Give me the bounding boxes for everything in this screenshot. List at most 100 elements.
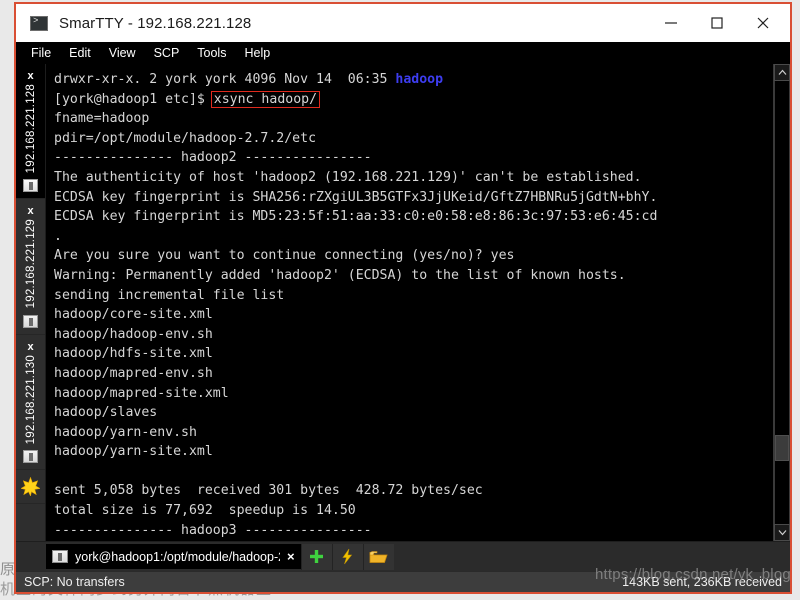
terminal-text: ECDSA key fingerprint is MD5:23:5f:51:aa… xyxy=(54,209,658,225)
menu-bar: File Edit View SCP Tools Help xyxy=(16,42,790,64)
terminal-text: hadoop/mapred-env.sh xyxy=(54,365,213,381)
minimize-button[interactable] xyxy=(648,4,694,42)
terminal-line: hadoop/slaves xyxy=(54,403,773,423)
terminal-line: hadoop/hdfs-site.xml xyxy=(54,344,773,364)
terminal-line: sending incremental file list xyxy=(54,540,773,541)
scrollbar-thumb[interactable] xyxy=(775,435,789,462)
terminal-line: hadoop/yarn-env.sh xyxy=(54,423,773,443)
terminal-icon xyxy=(30,15,48,31)
terminal-line: ECDSA key fingerprint is SHA256:rZXgiUL3… xyxy=(54,188,773,208)
session-tab-label: 192.168.221.129 xyxy=(24,219,37,309)
scroll-down-button[interactable] xyxy=(774,524,790,541)
screen: 原来的目录下，不过主要xsync源码同 机上的文件同步到另外两台节点机器上 Sm… xyxy=(0,0,800,600)
menu-item-help[interactable]: Help xyxy=(235,43,279,63)
terminal-text: hadoop xyxy=(395,72,444,87)
plus-icon xyxy=(310,550,324,563)
sidebar-item-session-130[interactable]: x 192.168.221.130 xyxy=(16,334,45,471)
terminal-line: ECDSA key fingerprint is MD5:23:5f:51:aa… xyxy=(54,207,773,227)
chevron-down-icon xyxy=(778,530,786,536)
close-icon[interactable]: x xyxy=(27,206,33,217)
terminal-line: hadoop/hadoop-env.sh xyxy=(54,325,773,345)
terminal-tab-label: york@hadoop1:/opt/module/hadoop-2.7 xyxy=(75,549,280,564)
terminal-icon xyxy=(52,550,68,563)
terminal-output[interactable]: drwxr-xr-x. 2 york york 4096 Nov 14 06:3… xyxy=(46,64,773,541)
terminal-scrollbar[interactable] xyxy=(773,64,790,541)
terminal-text: --------------- hadoop2 ---------------- xyxy=(54,150,372,166)
terminal-line: Warning: Permanently added 'hadoop2' (EC… xyxy=(54,266,773,286)
terminal-line: --------------- hadoop3 ---------------- xyxy=(54,521,773,541)
sidebar-item-session-128[interactable]: x 192.168.221.128 xyxy=(16,64,45,200)
terminal-text: fname=hadoop xyxy=(54,111,150,127)
terminal-line: sending incremental file list xyxy=(54,286,773,306)
terminal-text: ECDSA key fingerprint is SHA256:rZXgiUL3… xyxy=(54,189,658,205)
menu-item-edit[interactable]: Edit xyxy=(60,43,100,63)
close-button[interactable] xyxy=(740,4,786,42)
scroll-up-button[interactable] xyxy=(774,64,790,81)
status-bar: SCP: No transfers 143KB sent, 236KB rece… xyxy=(16,571,790,592)
terminal-text: hadoop/slaves xyxy=(54,405,158,421)
new-session-star-button[interactable] xyxy=(16,470,45,505)
menu-item-scp[interactable]: SCP xyxy=(145,43,189,63)
terminal-text: hadoop/hadoop-env.sh xyxy=(54,326,213,342)
terminal-text: hadoop/core-site.xml xyxy=(54,307,213,323)
terminal-text: --------------- hadoop3 ---------------- xyxy=(54,522,372,538)
smartty-window: SmarTTY - 192.168.221.128 File Edit View… xyxy=(14,2,792,594)
new-session-button[interactable] xyxy=(300,543,332,570)
terminal-text: sent 5,058 bytes received 301 bytes 428.… xyxy=(54,483,483,499)
lightning-icon xyxy=(342,548,353,565)
title-bar[interactable]: SmarTTY - 192.168.221.128 xyxy=(16,4,790,42)
terminal-text: Warning: Permanently added 'hadoop2' (EC… xyxy=(54,267,626,283)
highlighted-command: xsync hadoop/ xyxy=(210,90,321,108)
terminal-line: hadoop/mapred-site.xml xyxy=(54,384,773,404)
terminal-text: hadoop/yarn-site.xml xyxy=(54,444,213,460)
terminal-text: sending incremental file list xyxy=(54,287,285,303)
terminal-icon xyxy=(23,179,38,193)
terminal-line: hadoop/mapred-env.sh xyxy=(54,364,773,384)
star-icon xyxy=(21,477,40,497)
terminal-text: drwxr-xr-x. 2 york york 4096 Nov 14 06:3… xyxy=(54,72,396,87)
terminal-line: hadoop/core-site.xml xyxy=(54,305,773,325)
chevron-up-icon xyxy=(778,69,786,75)
sidebar-item-session-129[interactable]: x 192.168.221.129 xyxy=(16,199,45,335)
scrollbar-track[interactable] xyxy=(774,81,790,524)
menu-item-file[interactable]: File xyxy=(22,43,60,63)
status-scp-text: SCP: No transfers xyxy=(24,575,125,589)
window-title: SmarTTY - 192.168.221.128 xyxy=(59,14,252,32)
open-folder-button[interactable] xyxy=(362,543,394,570)
terminal-icon xyxy=(23,450,38,464)
quick-command-button[interactable] xyxy=(331,543,363,570)
maximize-button[interactable] xyxy=(694,4,740,42)
terminal-tab-strip: york@hadoop1:/opt/module/hadoop-2.7 × xyxy=(16,541,790,571)
window-body: x 192.168.221.128 x 192.168.221.129 x 19… xyxy=(16,64,790,541)
terminal-text: pdir=/opt/module/hadoop-2.7.2/etc xyxy=(54,130,317,146)
terminal-line: Are you sure you want to continue connec… xyxy=(54,246,773,266)
terminal-line: fname=hadoop xyxy=(54,109,773,129)
menu-item-tools[interactable]: Tools xyxy=(188,43,235,63)
terminal-line: total size is 77,692 speedup is 14.50 xyxy=(54,501,773,521)
session-tab-label: 192.168.221.130 xyxy=(24,354,37,445)
terminal-text: . xyxy=(54,228,62,244)
terminal-text: total size is 77,692 speedup is 14.50 xyxy=(54,503,356,519)
terminal-tab[interactable]: york@hadoop1:/opt/module/hadoop-2.7 × xyxy=(46,544,301,569)
terminal-text: hadoop/mapred-site.xml xyxy=(54,385,229,401)
terminal-text: hadoop/hdfs-site.xml xyxy=(54,346,213,362)
terminal-line: drwxr-xr-x. 2 york york 4096 Nov 14 06:3… xyxy=(54,70,773,90)
folder-icon xyxy=(369,550,388,563)
terminal-area: drwxr-xr-x. 2 york york 4096 Nov 14 06:3… xyxy=(46,64,790,541)
window-controls xyxy=(648,4,790,42)
terminal-icon xyxy=(23,314,38,328)
close-icon[interactable]: × xyxy=(287,549,295,564)
terminal-line: --------------- hadoop2 ---------------- xyxy=(54,148,773,168)
terminal-text: [york@hadoop1 etc]$ xyxy=(54,91,213,107)
terminal-text: The authenticity of host 'hadoop2 (192.1… xyxy=(54,169,642,185)
close-icon[interactable]: x xyxy=(27,71,33,82)
close-icon[interactable]: x xyxy=(27,341,33,352)
sidebar-spacer xyxy=(16,504,45,541)
terminal-line: pdir=/opt/module/hadoop-2.7.2/etc xyxy=(54,129,773,149)
terminal-text: Are you sure you want to continue connec… xyxy=(54,248,515,264)
terminal-line: . xyxy=(54,227,773,247)
terminal-line: The authenticity of host 'hadoop2 (192.1… xyxy=(54,168,773,188)
menu-item-view[interactable]: View xyxy=(100,43,145,63)
terminal-line: hadoop/yarn-site.xml xyxy=(54,442,773,462)
